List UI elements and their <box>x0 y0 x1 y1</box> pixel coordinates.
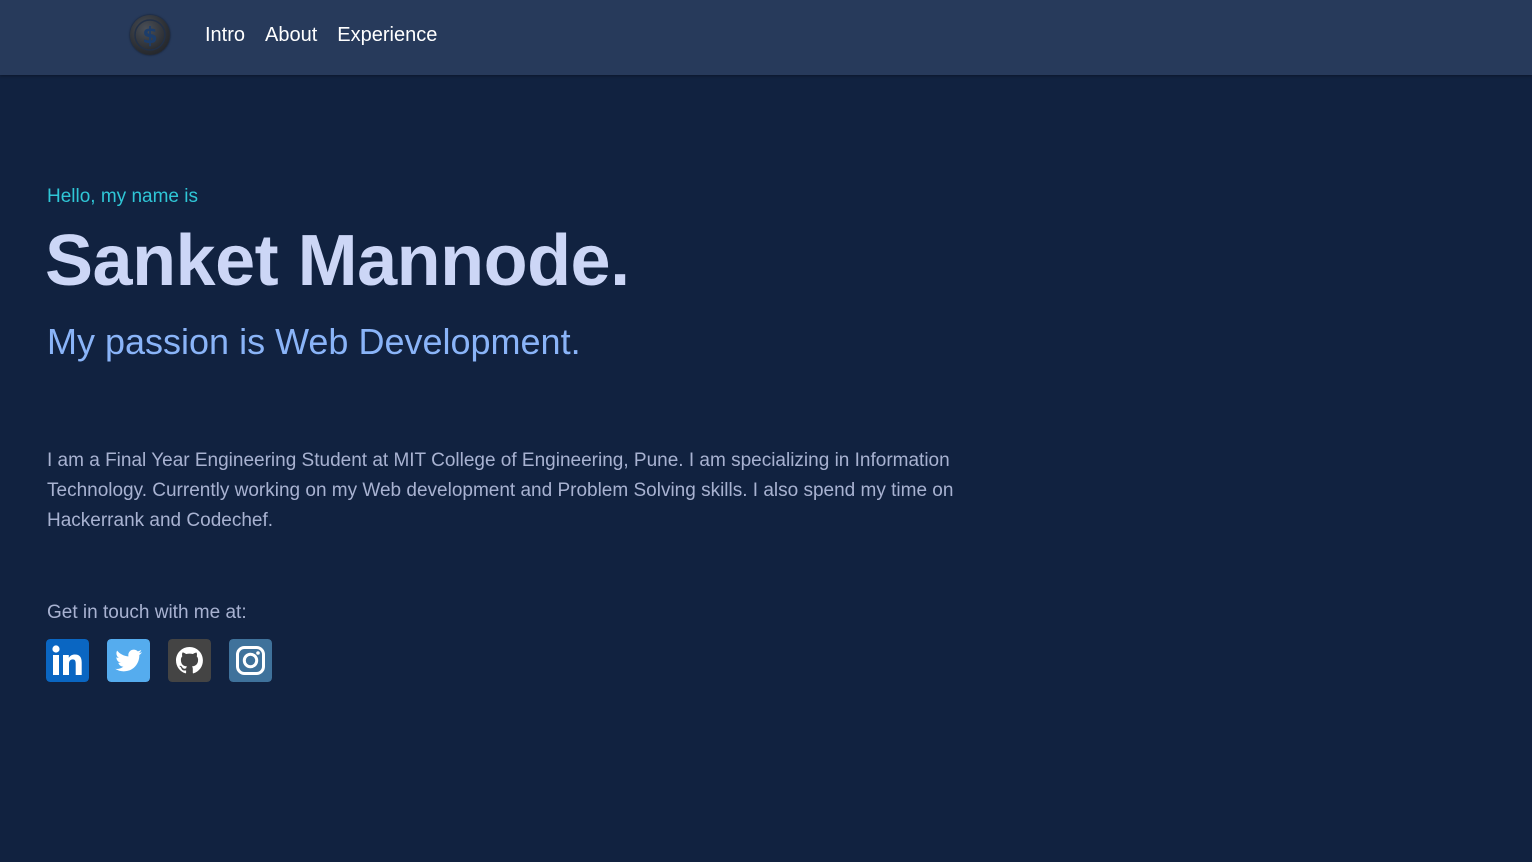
greeting-text: Hello, my name is <box>47 186 198 207</box>
page-title: Sanket Mannode. <box>45 221 630 301</box>
navbar: $ Intro About Experience <box>0 0 1532 75</box>
nav-link-intro[interactable]: Intro <box>205 22 245 48</box>
contact-label: Get in touch with me at: <box>47 602 247 623</box>
passion-subtitle: My passion is Web Development. <box>47 321 581 362</box>
dollar-coin-icon[interactable]: $ <box>130 15 170 55</box>
instagram-icon[interactable] <box>229 639 272 682</box>
twitter-icon[interactable] <box>107 639 150 682</box>
linkedin-icon[interactable] <box>46 639 89 682</box>
social-links <box>46 639 272 682</box>
nav-link-about[interactable]: About <box>265 22 317 48</box>
bio-paragraph: I am a Final Year Engineering Student at… <box>47 450 954 531</box>
nav-links: Intro About Experience <box>205 22 437 48</box>
github-icon[interactable] <box>168 639 211 682</box>
nav-link-experience[interactable]: Experience <box>337 22 437 48</box>
svg-text:$: $ <box>142 24 157 49</box>
